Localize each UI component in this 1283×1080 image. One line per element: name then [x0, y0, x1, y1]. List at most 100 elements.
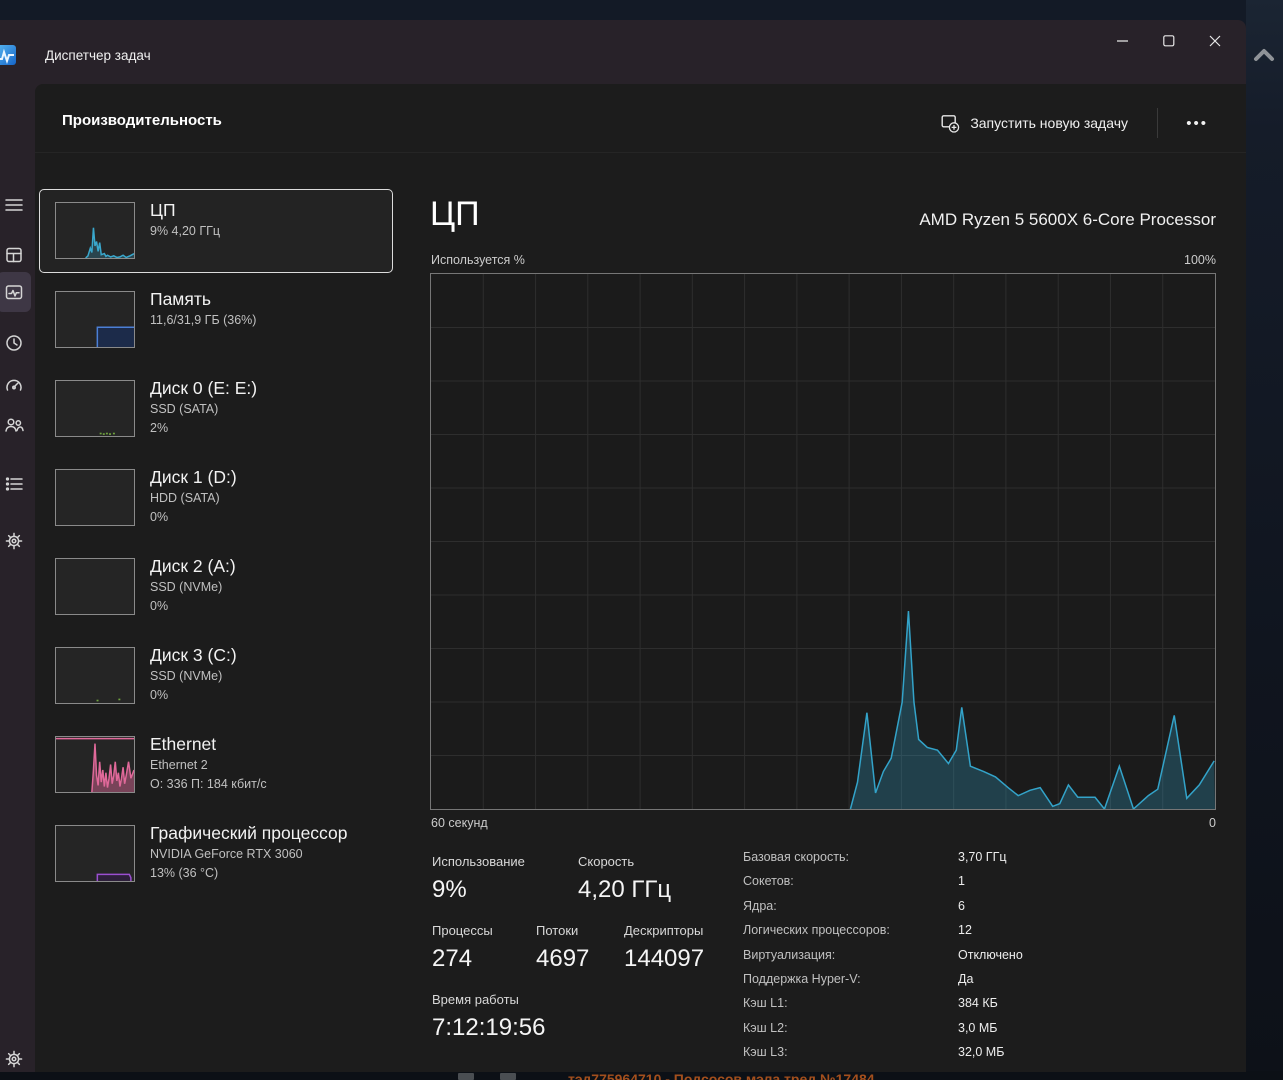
info-row: Логических процессоров: 12: [743, 923, 1213, 947]
info-row: Базовая скорость: 3,70 ГГц: [743, 850, 1213, 874]
stat-label: Дескрипторы: [624, 923, 704, 938]
stat-value: 9%: [432, 876, 467, 903]
card-title: ЦП: [150, 200, 176, 220]
stat-label: Использование: [432, 854, 525, 869]
disk1-mini-chart: [55, 469, 135, 526]
rail-item-startup-apps[interactable]: [1, 373, 27, 399]
info-label: Виртуализация:: [743, 947, 836, 962]
gpu-mini-chart: [55, 825, 135, 882]
info-row: Ядра: 6: [743, 899, 1213, 923]
card-subtitle: SSD (SATA): [150, 402, 219, 416]
background-window-strip: [1246, 0, 1283, 1080]
processes-icon: [6, 247, 22, 263]
card-subtitle: О: 336 П: 184 кбит/с: [150, 777, 267, 791]
sidebar-card-disk3[interactable]: Диск 3 (C:) SSD (NVMe) 0%: [40, 635, 392, 717]
stat-value: 7:12:19:56: [432, 1014, 546, 1041]
app-history-icon: [6, 335, 22, 351]
card-subtitle: SSD (NVMe): [150, 580, 223, 594]
card-subtitle: SSD (NVMe): [150, 669, 223, 683]
sidebar-card-ethernet[interactable]: Ethernet Ethernet 2 О: 336 П: 184 кбит/с: [40, 724, 392, 806]
info-value: 1: [958, 874, 965, 889]
stat-value: 4,20 ГГц: [578, 876, 672, 903]
card-subtitle: 11,6/31,9 ГБ (36%): [150, 313, 257, 327]
users-icon: [5, 418, 24, 432]
run-new-task-icon: [941, 114, 960, 133]
maximize-button[interactable]: [1146, 22, 1192, 60]
rail-item-app-history[interactable]: [1, 330, 27, 356]
sidebar-card-gpu[interactable]: Графический процессор NVIDIA GeForce RTX …: [40, 813, 392, 895]
rail-item-services[interactable]: [1, 528, 27, 554]
rail-item-users[interactable]: [1, 412, 27, 438]
rail-item-processes[interactable]: [1, 242, 27, 268]
card-title: Диск 0 (E: E:): [150, 378, 258, 398]
stat-value: 144097: [624, 945, 705, 972]
info-value: 3,70 ГГц: [958, 850, 1007, 864]
more-options-button[interactable]: •••: [1178, 106, 1216, 140]
menu-icon: [5, 199, 23, 211]
sidebar-card-disk1[interactable]: Диск 1 (D:) HDD (SATA) 0%: [40, 457, 392, 539]
sidebar-card-disk2[interactable]: Диск 2 (A:) SSD (NVMe) 0%: [40, 546, 392, 628]
minimize-button[interactable]: [1100, 22, 1146, 60]
page-title: Производительность: [62, 112, 222, 129]
rail-item-settings[interactable]: [1, 1046, 27, 1072]
info-value: 6: [958, 898, 965, 913]
sidebar-card-cpu[interactable]: ЦП 9% 4,20 ГГц: [39, 189, 393, 273]
card-title: Ethernet: [150, 734, 217, 754]
card-subtitle: 9% 4,20 ГГц: [150, 224, 221, 238]
task-manager-window: Диспетчер задач Производительность Запус…: [0, 20, 1246, 1072]
card-subtitle: 0%: [150, 510, 169, 524]
info-row: Виртуализация: Отключено: [743, 948, 1213, 972]
card-subtitle: HDD (SATA): [150, 491, 220, 505]
info-value: 384 КБ: [958, 996, 998, 1011]
sidebar-card-memory[interactable]: Память 11,6/31,9 ГБ (36%): [40, 279, 392, 361]
close-button[interactable]: [1192, 22, 1238, 60]
card-subtitle: 2%: [150, 421, 169, 435]
card-title: Диск 3 (C:): [150, 645, 237, 665]
info-label: Ядра:: [743, 898, 777, 913]
info-label: Логических процессоров:: [743, 923, 890, 938]
rail-item-performance[interactable]: [0, 272, 31, 312]
processor-name: AMD Ryzen 5 5600X 6-Core Processor: [919, 210, 1216, 229]
info-label: Поддержка Hyper-V:: [743, 971, 861, 986]
disk2-mini-chart: [55, 558, 135, 615]
stat-label: Скорость: [578, 854, 635, 869]
window-title: Диспетчер задач: [45, 48, 151, 63]
stat-label: Процессы: [432, 923, 493, 938]
card-title: Диск 1 (D:): [150, 467, 237, 487]
info-value: 3,0 МБ: [958, 1020, 998, 1035]
disk0-mini-chart: [55, 380, 135, 437]
background-bottom-window: тэд775964710 - Подсосов мэла тред №17484: [0, 1071, 1283, 1080]
chart-y-label: Используется %: [431, 253, 525, 267]
info-label: Базовая скорость:: [743, 850, 849, 864]
info-row: Кэш L2: 3,0 МБ: [743, 1021, 1213, 1045]
cpu-title: ЦП: [430, 195, 480, 233]
info-row: Сокетов: 1: [743, 874, 1213, 898]
header-divider: [1157, 108, 1158, 138]
cpu-mini-chart: [55, 202, 135, 259]
rail-item-details[interactable]: [1, 471, 27, 497]
sidebar-card-disk0[interactable]: Диск 0 (E: E:) SSD (SATA) 2%: [40, 368, 392, 450]
chart-x-right: 0: [1209, 816, 1216, 830]
info-row: Поддержка Hyper-V: Да: [743, 972, 1213, 996]
chevron-up-icon[interactable]: [1251, 44, 1277, 68]
ethernet-mini-chart: [55, 736, 135, 793]
info-value: 32,0 МБ: [958, 1045, 1005, 1060]
background-window-icons: [458, 1073, 516, 1080]
stat-label: Потоки: [536, 923, 579, 938]
card-title: Память: [150, 289, 211, 309]
info-row: Кэш L3: 32,0 МБ: [743, 1045, 1213, 1069]
card-subtitle: 0%: [150, 599, 169, 613]
stat-value: 4697: [536, 945, 590, 972]
rail-item-menu[interactable]: [1, 192, 27, 218]
info-value: 12: [958, 923, 972, 938]
titlebar[interactable]: Диспетчер задач: [0, 20, 1246, 84]
card-title: Диск 2 (A:): [150, 556, 236, 576]
chart-y-max: 100%: [1184, 253, 1216, 267]
info-label: Сокетов:: [743, 874, 794, 889]
settings-icon: [5, 1050, 23, 1068]
task-manager-app-icon: [0, 45, 16, 65]
run-new-task-button[interactable]: Запустить новую задачу: [931, 106, 1138, 140]
performance-panel: Производительность Запустить новую задач…: [35, 84, 1246, 1072]
cpu-usage-chart[interactable]: [430, 273, 1216, 810]
details-icon: [5, 477, 23, 491]
